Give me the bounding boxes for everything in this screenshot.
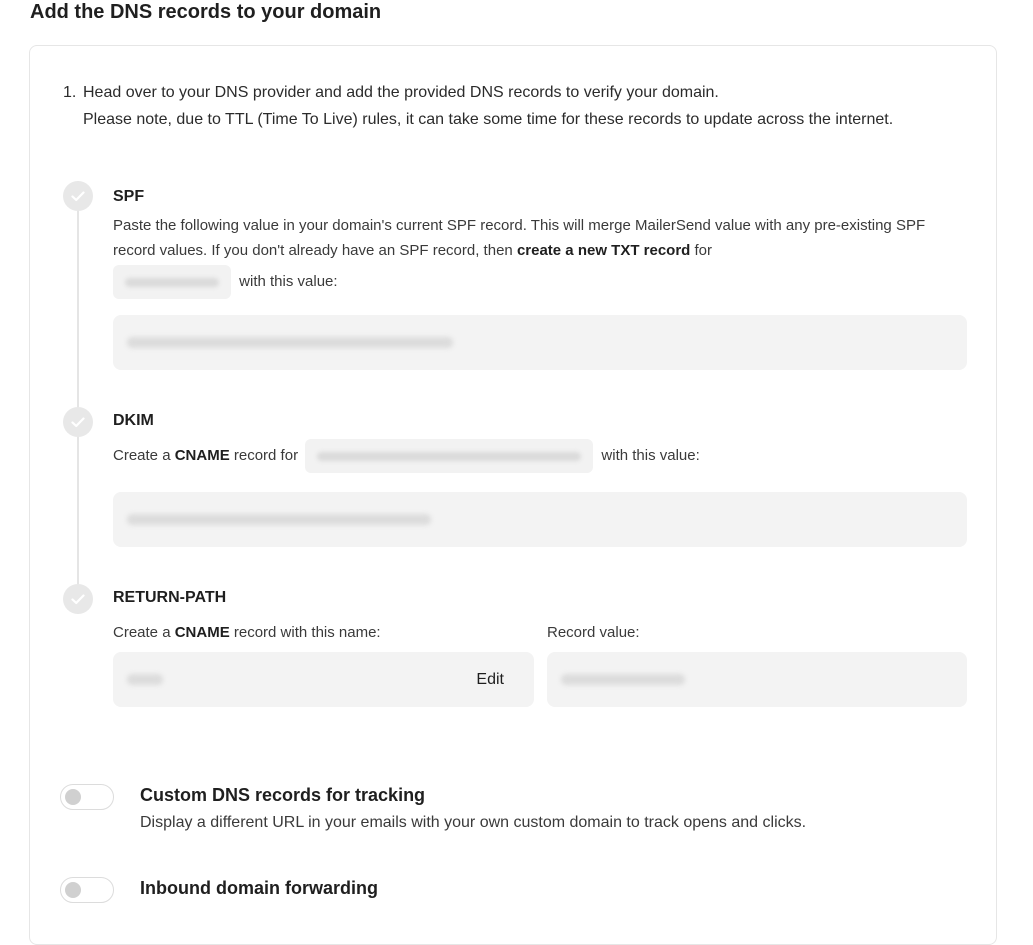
check-circle-icon <box>63 181 93 211</box>
intro-instructions: 1. Head over to your DNS provider and ad… <box>63 79 973 133</box>
spf-title: SPF <box>113 188 145 205</box>
dkim-record-value[interactable] <box>113 492 967 547</box>
dkim-title: DKIM <box>113 412 154 429</box>
spf-text-bold: create a new TXT record <box>516 242 691 259</box>
spf-instructions: Paste the following value in your domain… <box>113 213 963 263</box>
toggle-knob <box>65 882 81 898</box>
toggle-knob <box>65 789 81 805</box>
toggle-inbound-forwarding[interactable] <box>60 877 114 903</box>
spf-text-tail: with this value: <box>239 272 338 290</box>
return-path-value-label: Record value: <box>547 624 640 641</box>
spf-host-row: with this value: <box>113 265 963 299</box>
name-label-before: Create a <box>113 624 175 641</box>
return-path-record-value[interactable] <box>547 652 967 707</box>
intro-line-1: Head over to your DNS provider and add t… <box>83 84 719 101</box>
edit-button[interactable]: Edit <box>476 652 504 707</box>
custom-tracking-description: Display a different URL in your emails w… <box>140 814 807 831</box>
name-label-after: record with this name: <box>229 624 381 641</box>
return-path-name-field[interactable]: Edit <box>113 652 534 707</box>
step-number: 1. <box>63 84 77 101</box>
check-circle-icon <box>63 407 93 437</box>
spf-host-value <box>113 265 231 299</box>
dkim-text-mid: record for <box>229 446 299 464</box>
toggle-custom-tracking[interactable] <box>60 784 114 810</box>
return-path-title: RETURN-PATH <box>113 589 227 606</box>
page-title: Add the DNS records to your domain <box>30 1 382 23</box>
dkim-text-tail: with this value: <box>601 446 700 464</box>
dkim-host-value <box>305 439 594 473</box>
dkim-text-before: Create a <box>113 446 175 464</box>
timeline-connector <box>77 208 79 586</box>
return-path-name-label: Create a CNAME record with this name: <box>113 624 381 641</box>
inbound-forwarding-title: Inbound domain forwarding <box>140 878 378 898</box>
custom-tracking-title: Custom DNS records for tracking <box>140 785 426 805</box>
dkim-text-bold: CNAME <box>174 446 230 464</box>
intro-line-2: Please note, due to TTL (Time To Live) r… <box>83 111 894 128</box>
name-label-bold: CNAME <box>174 624 230 641</box>
spf-text-after: for <box>690 242 713 259</box>
spf-record-value[interactable] <box>113 315 967 370</box>
dns-records-card: 1. Head over to your DNS provider and ad… <box>29 45 997 945</box>
dkim-instructions: Create a CNAME record for with this valu… <box>113 439 963 473</box>
check-circle-icon <box>63 584 93 614</box>
